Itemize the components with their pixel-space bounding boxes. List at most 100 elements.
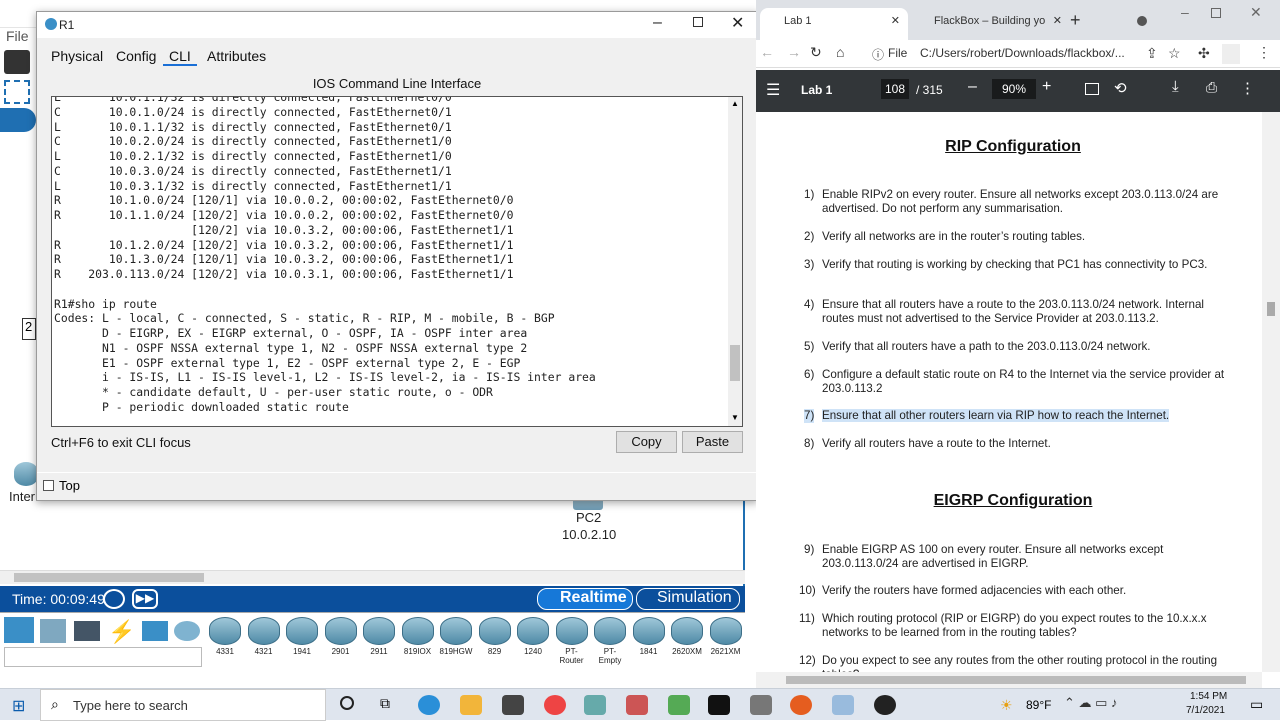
zoom-out-icon[interactable]: – <box>968 78 977 96</box>
url-field[interactable]: C:/Users/robert/Downloads/flackbox/... <box>920 46 1125 60</box>
download-icon[interactable]: ⤓ <box>1172 78 1179 95</box>
realtime-button[interactable]: Realtime <box>537 588 633 610</box>
task-view-icon[interactable]: ⧉ <box>380 695 390 712</box>
fit-page-icon[interactable] <box>1085 83 1099 95</box>
device-pt-empty[interactable]: PT-Empty <box>593 617 627 665</box>
more-actions-icon[interactable]: ⋮ <box>1240 79 1255 97</box>
home-icon[interactable]: ⌂ <box>836 44 844 60</box>
notepad-icon[interactable] <box>832 695 854 715</box>
rotate-icon[interactable]: ⟲ <box>1114 79 1127 97</box>
logical-view-icon[interactable] <box>0 108 36 132</box>
edge-icon[interactable] <box>418 695 440 715</box>
jetbrains-icon[interactable] <box>708 695 730 715</box>
device-4321[interactable]: 4321 <box>247 617 281 663</box>
device-4331[interactable]: 4331 <box>208 617 242 663</box>
tab-close-icon[interactable]: ✕ <box>1053 14 1062 27</box>
paste-button[interactable]: Paste <box>682 431 743 453</box>
device-type-field[interactable] <box>4 647 202 667</box>
switches-category-icon[interactable] <box>40 619 66 643</box>
pdf-horizontal-scrollbar[interactable] <box>756 672 1262 688</box>
forward-icon[interactable]: → <box>787 44 801 60</box>
internet-router-icon[interactable] <box>14 462 38 486</box>
device-2621xm[interactable]: 2621XM <box>709 617 743 663</box>
device-2911[interactable]: 2911 <box>362 617 396 663</box>
cortana-icon[interactable] <box>340 696 354 710</box>
windows-start-icon[interactable]: ⊞ <box>12 696 25 716</box>
new-tab-icon[interactable]: + <box>1070 10 1081 31</box>
minimize-icon[interactable]: – <box>653 14 662 32</box>
store-icon[interactable] <box>502 695 524 715</box>
bookmark-star-icon[interactable]: ☆ <box>1168 45 1181 62</box>
tab-lab1[interactable]: Lab 1 ✕ <box>760 8 908 40</box>
browser-close-icon[interactable]: ✕ <box>1250 4 1262 21</box>
device-1240[interactable]: 1240 <box>516 617 550 663</box>
tab-physical[interactable]: Physical <box>51 48 103 64</box>
tab-close-icon[interactable]: ✕ <box>891 14 900 27</box>
device-2901[interactable]: 2901 <box>324 617 358 663</box>
hamburger-icon[interactable]: ☰ <box>766 80 780 100</box>
zoom-in-icon[interactable]: + <box>1042 78 1051 96</box>
wan-category-icon[interactable] <box>174 621 200 641</box>
routers-category-icon[interactable] <box>4 617 34 643</box>
tab-flackbox[interactable]: FlackBox – Building yo ✕ <box>910 8 1062 40</box>
device-label: 4321 <box>254 647 273 656</box>
browser-minimize-icon[interactable]: – <box>1181 4 1189 20</box>
tab-search-icon[interactable] <box>1137 16 1147 26</box>
instruction-item: 2) Verify all networks are in the router’… <box>804 230 1237 244</box>
cli-scrollbar[interactable]: ▲ ▼ <box>728 97 742 426</box>
tab-cli[interactable]: CLI <box>163 48 197 66</box>
menu-icon[interactable]: ⋮ <box>1257 44 1271 61</box>
cli-output[interactable]: L 10.0.1.1/32 is directly connected, Fas… <box>52 97 742 415</box>
chrome-icon[interactable] <box>544 695 566 715</box>
device-829[interactable]: 829 <box>478 617 512 663</box>
maximize-icon[interactable] <box>693 17 703 27</box>
taskbar-search[interactable]: ⌕ Type here to search <box>40 689 326 721</box>
network-app-icon[interactable] <box>584 695 606 715</box>
device-819hgw[interactable]: 819HGW <box>439 617 473 663</box>
simulation-button[interactable]: Simulation <box>636 588 740 610</box>
notifications-icon[interactable]: ▭ <box>1250 696 1263 713</box>
obs-icon[interactable] <box>874 695 896 715</box>
print-icon[interactable]: ⎙ <box>1206 79 1217 96</box>
cli-console[interactable]: L 10.0.1.1/32 is directly connected, Fas… <box>51 96 743 427</box>
instruction-item: 9) Enable EIGRP AS 100 on every router. E… <box>804 543 1237 570</box>
tray-icons[interactable]: ⌃ ☁ ▭ ♪ <box>1064 695 1118 711</box>
device-1841[interactable]: 1841 <box>632 617 666 663</box>
reload-icon[interactable]: ↻ <box>810 44 822 61</box>
file-explorer-icon[interactable] <box>460 695 482 715</box>
browser-maximize-icon[interactable] <box>1211 8 1221 18</box>
device-819iox[interactable]: 819IOX <box>401 617 435 663</box>
device-pt-router[interactable]: PT-Router <box>555 617 589 665</box>
new-file-icon[interactable] <box>4 50 30 74</box>
packet-tracer-taskbar-icon[interactable] <box>668 695 690 715</box>
hubs-category-icon[interactable] <box>74 621 100 641</box>
fast-forward-icon[interactable]: ▶▶ <box>132 589 158 609</box>
recorder-icon[interactable] <box>790 695 812 715</box>
back-icon[interactable]: ← <box>760 44 774 60</box>
copy-button[interactable]: Copy <box>616 431 677 453</box>
top-checkbox[interactable] <box>43 480 54 491</box>
tab-attributes[interactable]: Attributes <box>207 48 266 64</box>
pt-horizontal-scrollbar[interactable] <box>0 570 745 584</box>
device-1941[interactable]: 1941 <box>285 617 319 663</box>
profile-avatar[interactable] <box>1222 44 1240 64</box>
select-tool-icon[interactable] <box>4 80 30 104</box>
device-2620xm[interactable]: 2620XM <box>670 617 704 663</box>
end-devices-category-icon[interactable] <box>142 621 168 641</box>
tab-flackbox-label: FlackBox – Building yo <box>934 15 1046 27</box>
close-icon[interactable]: ✕ <box>731 13 744 33</box>
reset-time-icon[interactable] <box>103 589 125 609</box>
item-number: 6) <box>804 368 815 381</box>
extensions-icon[interactable]: ✣ <box>1198 45 1210 62</box>
calculator-icon[interactable] <box>750 695 772 715</box>
item-number: 4) <box>804 298 815 311</box>
pdf-scrollbar[interactable] <box>1262 112 1280 672</box>
zoom-level[interactable]: 90% <box>992 79 1036 99</box>
connections-category-icon[interactable]: ⚡ <box>108 619 135 645</box>
tab-config[interactable]: Config <box>116 48 156 64</box>
paint-icon[interactable] <box>626 695 648 715</box>
pt-menu-file[interactable]: File <box>0 28 40 48</box>
page-number-input[interactable]: 108 <box>881 79 909 99</box>
device-label: 1941 <box>293 647 311 656</box>
share-icon[interactable]: ⇪ <box>1146 45 1158 62</box>
